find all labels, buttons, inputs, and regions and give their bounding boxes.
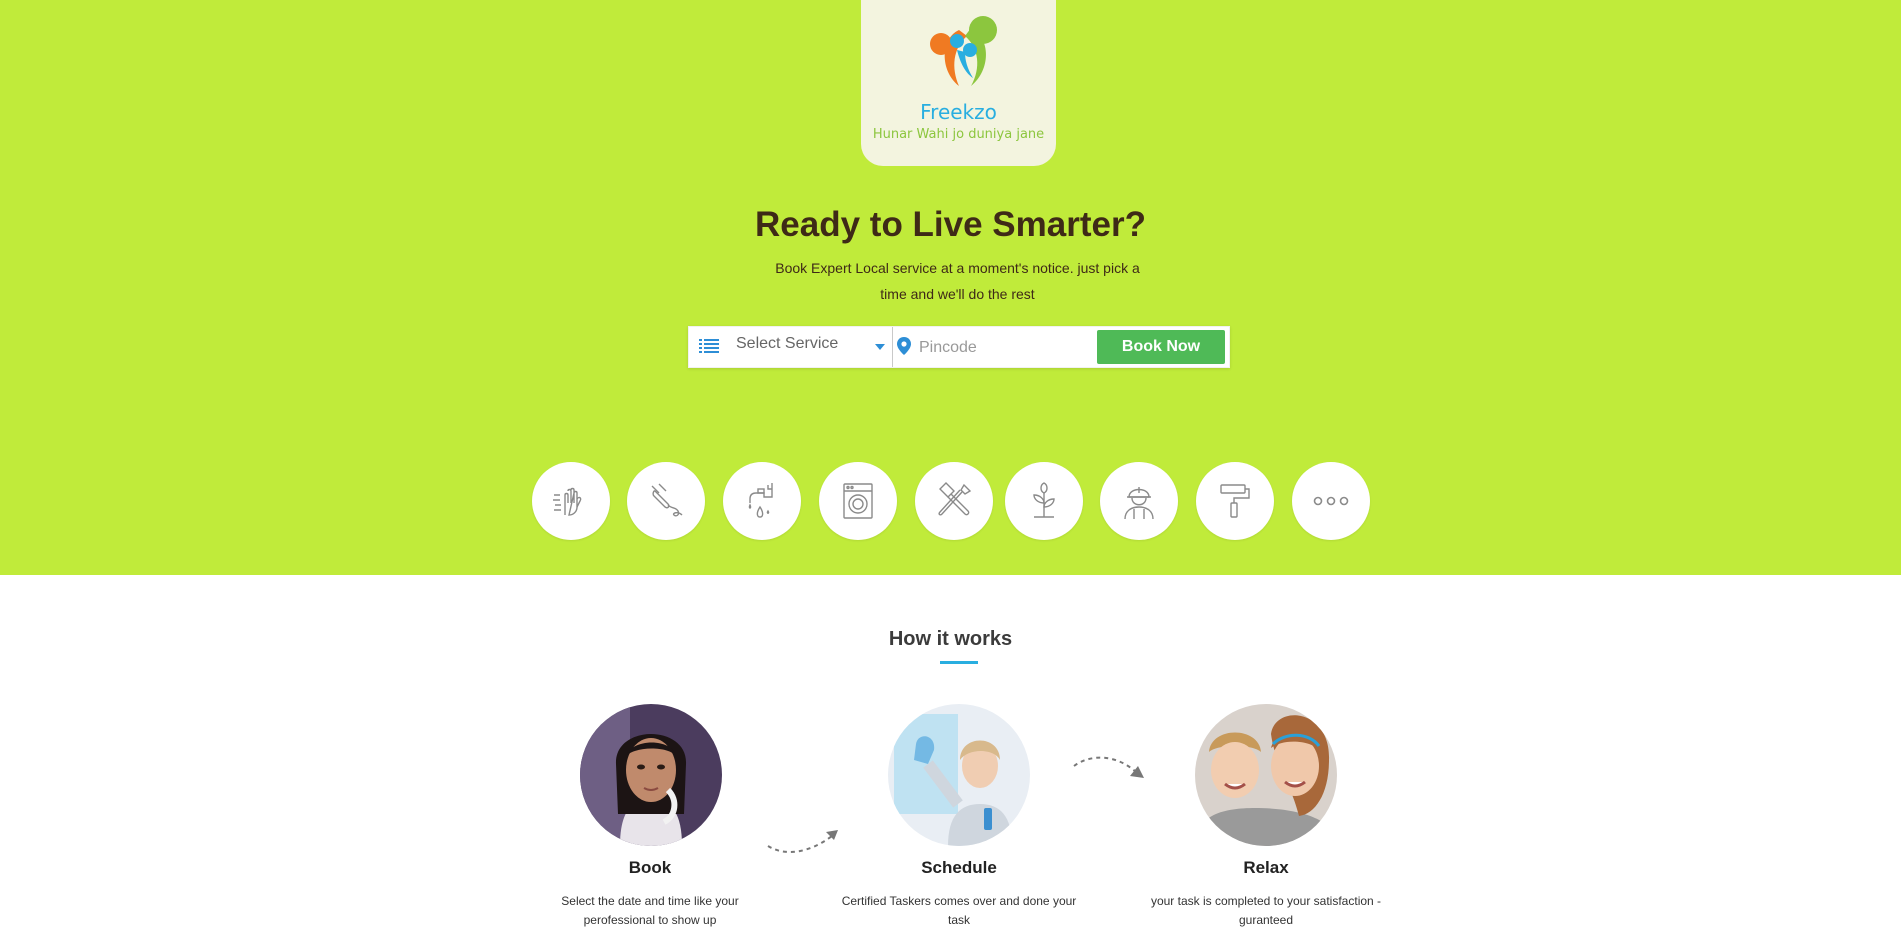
- step-schedule-title: Schedule: [921, 858, 997, 877]
- dashed-arrow-icon: [767, 830, 838, 853]
- more-dots-icon: [1313, 496, 1349, 506]
- hero-headline: Ready to Live Smarter?: [755, 205, 1146, 244]
- step-book-description: Select the date and time like your perof…: [561, 894, 739, 927]
- service-painting[interactable]: [1196, 462, 1274, 540]
- washing-machine-icon: [843, 483, 873, 519]
- service-gardening[interactable]: [1005, 462, 1083, 540]
- chevron-down-icon: [875, 344, 885, 350]
- service-labour[interactable]: [1100, 462, 1178, 540]
- book-now-button[interactable]: Book Now: [1097, 330, 1225, 364]
- paint-roller-icon: [1220, 484, 1250, 518]
- service-select-label: Select Service: [736, 335, 839, 352]
- plumbing-tap-icon: [748, 483, 773, 518]
- service-carpentry[interactable]: [915, 462, 993, 540]
- electric-plug-icon: [651, 483, 683, 517]
- brand-logo[interactable]: Freekzo Hunar Wahi jo duniya jane: [861, 0, 1056, 166]
- service-plumbing[interactable]: [723, 462, 801, 540]
- hero-section: Freekzo Hunar Wahi jo duniya jane Ready …: [0, 0, 1901, 575]
- service-electrician[interactable]: [627, 462, 705, 540]
- logo-figures-icon: [930, 16, 997, 86]
- hero-subheadline: Book Expert Local service at a moment's …: [775, 260, 1140, 302]
- step-schedule-photo: [888, 704, 1030, 846]
- service-select[interactable]: Select Service: [689, 327, 893, 367]
- location-pin-icon: [897, 337, 911, 355]
- booking-search-bar: Select Service Book Now: [688, 326, 1230, 368]
- pincode-input[interactable]: [917, 332, 1091, 364]
- title-underline: [940, 661, 978, 664]
- service-cleaning[interactable]: [532, 462, 610, 540]
- logo-name: Freekzo: [920, 100, 997, 124]
- service-more[interactable]: [1292, 462, 1370, 540]
- worker-helmet-icon: [1124, 487, 1154, 520]
- gardening-plant-icon: [1033, 482, 1055, 518]
- step-relax-description: your task is completed to your satisfact…: [1150, 894, 1382, 927]
- step-book-title: Book: [628, 858, 672, 877]
- carpentry-tools-icon: [938, 482, 972, 516]
- step-schedule-description: Certified Taskers comes over and done yo…: [841, 894, 1077, 927]
- how-it-works-title: How it works: [888, 628, 1013, 650]
- step-relax-title: Relax: [1243, 858, 1289, 877]
- step-relax-photo: [1195, 704, 1337, 846]
- dashed-arrow-icon: [1073, 756, 1144, 778]
- step-book-photo: [580, 704, 722, 846]
- service-appliance-repair[interactable]: [819, 462, 897, 540]
- cleaning-hands-icon: [553, 487, 582, 516]
- logo-tagline: Hunar Wahi jo duniya jane: [872, 127, 1045, 142]
- list-icon: [699, 339, 719, 353]
